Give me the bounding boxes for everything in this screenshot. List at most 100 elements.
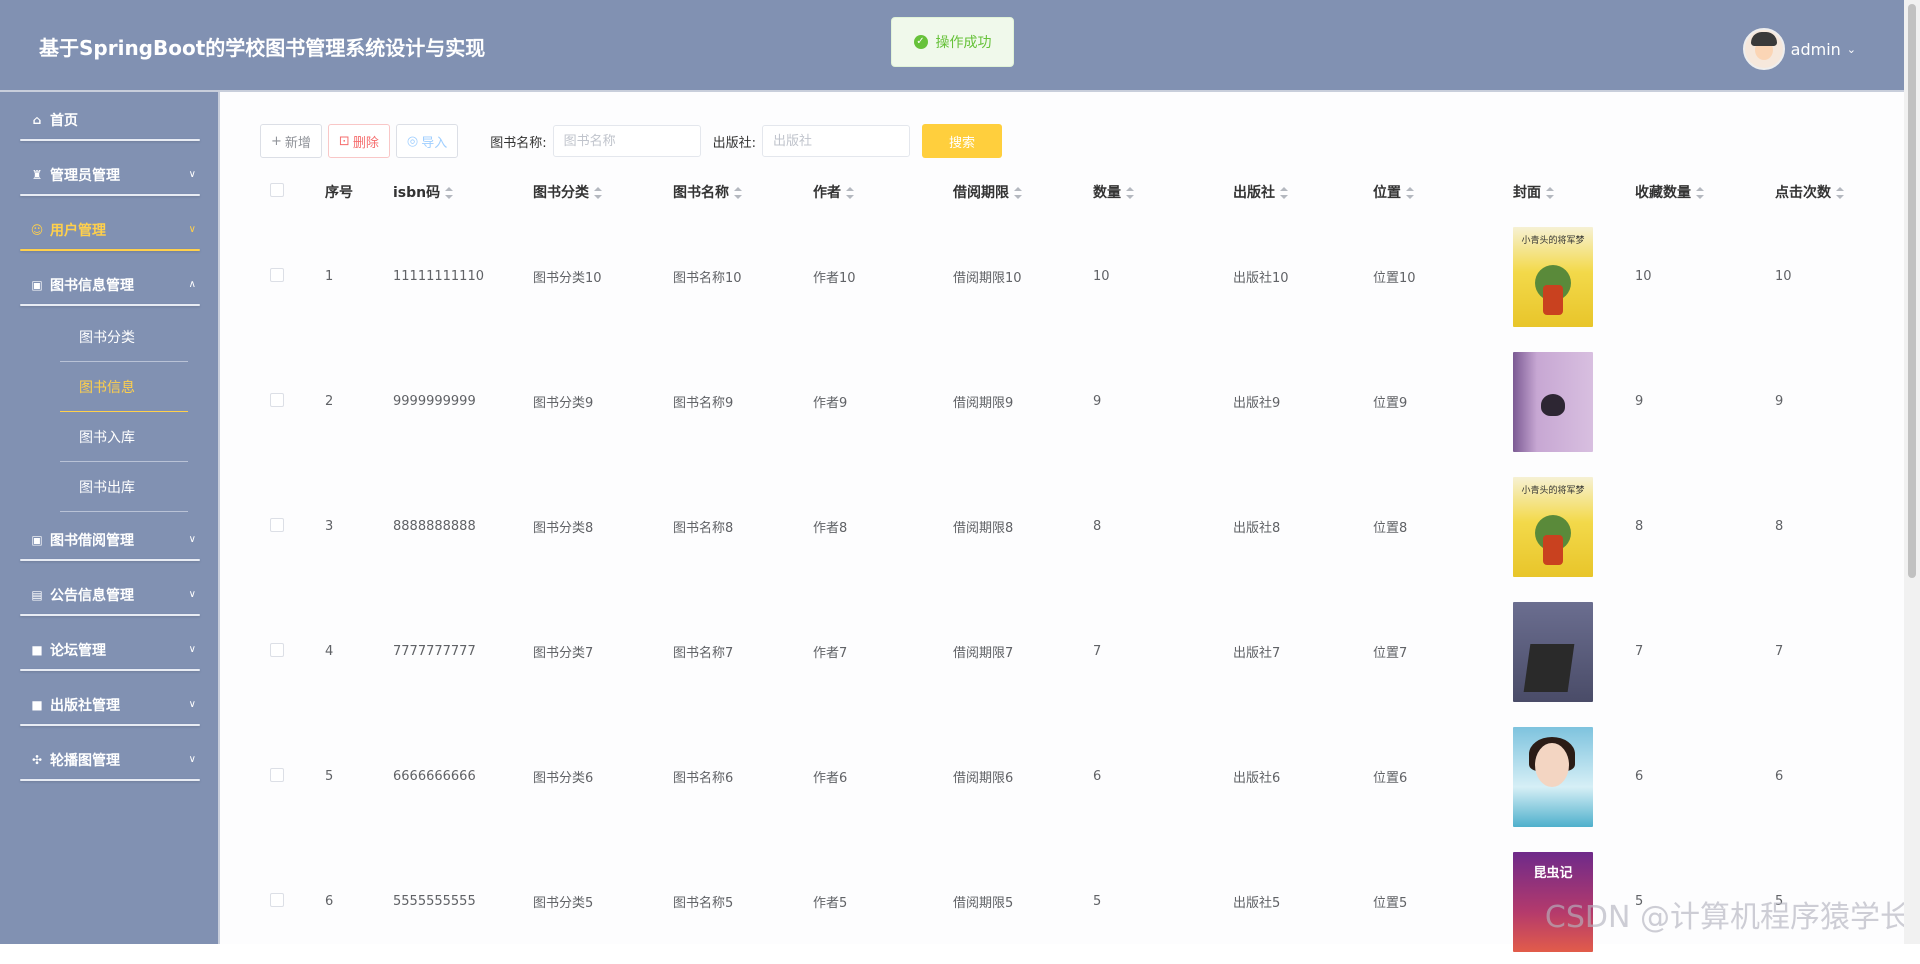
sidebar-item-users[interactable]: ☺ 用户管理 ∨ [0,202,218,257]
username[interactable]: admin [1791,40,1841,59]
cell-qty: 10 [1093,269,1110,284]
carousel-icon: ✣ [31,752,43,767]
column-header[interactable]: 位置 [1373,170,1513,214]
cell-name: 图书名称5 [673,896,734,911]
user-menu[interactable]: admin ⌄ [1742,28,1856,70]
sort-icon [1546,187,1554,199]
book-cover[interactable] [1513,601,1593,702]
cell-period: 借阅期限9 [953,396,1014,411]
row-checkbox[interactable] [270,892,284,907]
cell-fav: 5 [1635,894,1644,909]
sort-icon [1406,187,1414,199]
select-all-cell[interactable] [260,170,325,214]
book-cover[interactable]: 昆虫记 [1513,851,1593,952]
cell-isbn: 9999999999 [393,394,476,409]
table-row[interactable]: 2 9999999999 图书分类9 图书名称9 作者9 借阅期限9 9 出版社… [260,339,1885,464]
table-row[interactable]: 3 8888888888 图书分类8 图书名称8 作者8 借阅期限8 8 出版社… [260,464,1885,589]
sidebar-item-admin[interactable]: ♜ 管理员管理 ∨ [0,147,218,202]
table-row[interactable]: 5 6666666666 图书分类6 图书名称6 作者6 借阅期限6 6 出版社… [260,714,1885,839]
publisher-icon: ■ [31,697,43,712]
cell-name: 图书名称7 [673,646,734,661]
cell-category: 图书分类10 [533,271,602,286]
sidebar-item-notice[interactable]: ▤ 公告信息管理 ∨ [0,567,218,622]
sidebar-item-publisher[interactable]: ■ 出版社管理 ∨ [0,677,218,732]
cell-publisher: 出版社8 [1233,521,1281,536]
sidebar-item-carousel[interactable]: ✣ 轮播图管理 ∨ [0,732,218,787]
cell-author: 作者5 [813,896,848,911]
select-all-checkbox[interactable] [270,183,284,197]
sidebar-subitem-stock-out[interactable]: 图书出库 [0,462,218,512]
page-scrollbar[interactable] [1904,0,1920,944]
search-button[interactable]: 搜索 [921,124,1002,158]
user-icon: ☺ [30,222,44,237]
chevron-down-icon[interactable]: ⌄ [1847,43,1856,56]
cell-location: 位置10 [1373,271,1416,286]
book-cover[interactable] [1513,726,1593,827]
import-button-label: 导入 [421,135,448,151]
cell-qty: 8 [1093,519,1102,534]
cell-category: 图书分类7 [533,646,594,661]
book-cover[interactable] [1513,351,1593,452]
cell-clicks: 7 [1775,644,1784,659]
scrollbar-thumb[interactable] [1908,4,1916,578]
import-button[interactable]: ◎ 导入 [395,124,459,158]
sidebar-subitem-stock-in[interactable]: 图书入库 [0,412,218,462]
sidebar-subitem-book-info[interactable]: 图书信息 [0,362,218,412]
add-button[interactable]: + 新增 [260,124,322,158]
table-row[interactable]: 4 7777777777 图书分类7 图书名称7 作者7 借阅期限7 7 出版社… [260,589,1885,714]
column-header[interactable]: 点击次数 [1775,170,1885,214]
sidebar-item-label: 轮播图管理 [50,752,120,769]
table-header-row: 序号 isbn码 图书分类 图书名称 作者 借阅期限 数量 出版社 位置 封面 … [260,170,1885,214]
main-content: + 新增 ⊡ 删除 ◎ 导入 图书名称: 出版社: 搜索 序号 isbn码 [220,92,1904,952]
sidebar-item-home[interactable]: ⌂ 首页 [0,92,218,147]
cell-clicks: 8 [1775,519,1784,534]
column-header[interactable]: 借阅期限 [953,170,1093,214]
row-checkbox[interactable] [270,267,284,282]
column-header[interactable]: 出版社 [1233,170,1373,214]
sort-icon [445,187,454,199]
row-checkbox[interactable] [270,767,284,782]
column-header[interactable]: 作者 [813,170,953,214]
column-header[interactable]: 收藏数量 [1635,170,1775,214]
sort-icon [734,187,742,199]
cell-no: 6 [325,894,334,909]
cell-no: 1 [325,269,334,284]
import-icon: ◎ [406,133,419,149]
cell-category: 图书分类5 [533,896,594,911]
cell-qty: 7 [1093,644,1102,659]
book-cover[interactable]: 小青头的将军梦 [1513,226,1593,327]
book-cover[interactable]: 小青头的将军梦 [1513,476,1593,577]
sidebar-item-borrow[interactable]: ▣ 图书借阅管理 ∨ [0,512,218,567]
sort-icon [1014,187,1022,199]
column-header[interactable]: 图书名称 [673,170,813,214]
book-name-input[interactable] [552,125,701,157]
chevron-down-icon: ∨ [188,699,196,710]
column-header[interactable]: 数量 [1093,170,1233,214]
cell-qty: 5 [1093,894,1102,909]
cell-author: 作者9 [813,396,848,411]
app-title: 基于SpringBoot的学校图书管理系统设计与实现 [39,36,486,60]
avatar[interactable] [1742,28,1785,70]
row-checkbox[interactable] [270,392,284,407]
cell-no: 5 [325,769,334,784]
publisher-input[interactable] [761,125,910,157]
book-icon: ▣ [31,532,43,547]
sidebar-item-book-info[interactable]: ▣ 图书信息管理 ∧ [0,257,218,312]
column-header[interactable]: 图书分类 [533,170,673,214]
cell-isbn: 6666666666 [393,769,476,784]
row-checkbox[interactable] [270,642,284,657]
sidebar-item-label: 用户管理 [50,222,106,239]
table-row[interactable]: 1 11111111110 图书分类10 图书名称10 作者10 借阅期限10 … [260,214,1885,339]
chevron-down-icon: ∨ [188,644,196,655]
sort-icon [1696,187,1704,199]
column-header[interactable]: 序号 [325,170,393,214]
delete-button[interactable]: ⊡ 删除 [327,124,390,158]
sidebar-subitem-category[interactable]: 图书分类 [0,312,218,362]
sidebar-item-forum[interactable]: ■ 论坛管理 ∨ [0,622,218,677]
table-row[interactable]: 6 5555555555 图书分类5 图书名称5 作者5 借阅期限5 5 出版社… [260,839,1885,964]
column-header[interactable]: isbn码 [393,170,533,214]
row-checkbox[interactable] [270,517,284,532]
column-header[interactable]: 封面 [1513,170,1635,214]
cell-clicks: 9 [1775,394,1784,409]
chevron-down-icon: ∨ [188,589,196,600]
